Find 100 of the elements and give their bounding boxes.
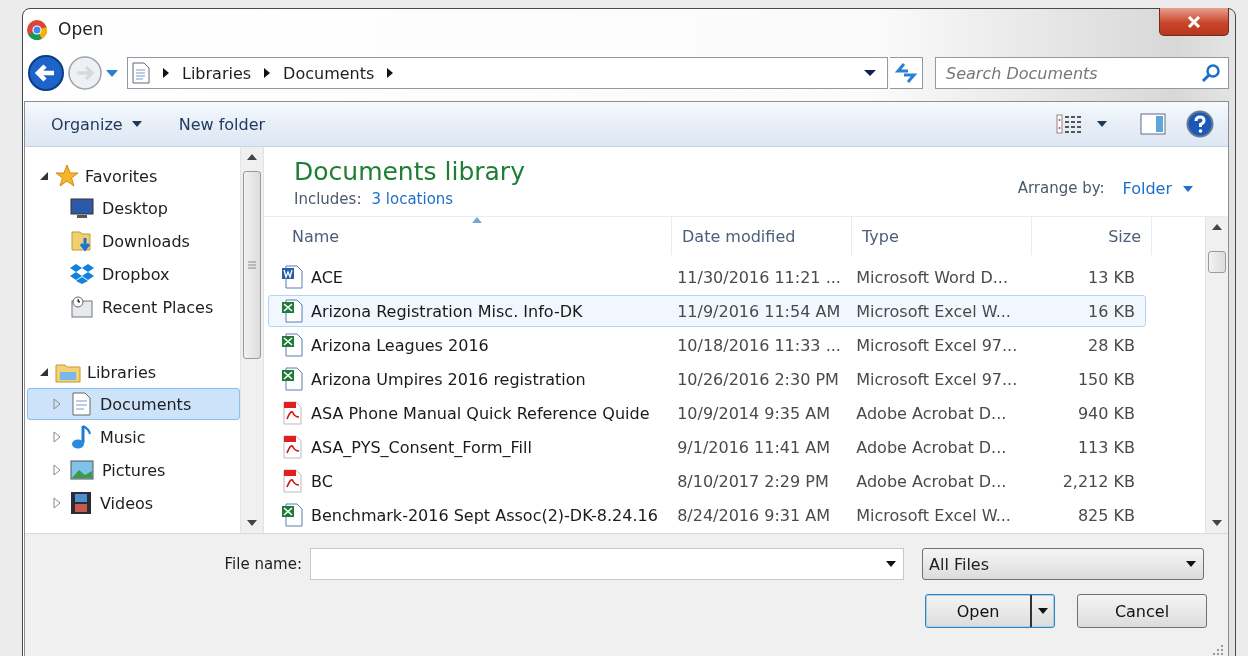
scrollbar[interactable]	[1205, 217, 1228, 533]
arrange-dropdown[interactable]: Folder	[1122, 179, 1194, 198]
document-icon	[70, 392, 92, 416]
file-row[interactable]: ASA Phone Manual Quick Reference Quide 10/9/2014 9:35 AM Adobe Acrobat D... 940 KB	[268, 397, 1146, 429]
table-cell-text: 16 KB	[1087, 300, 1136, 323]
expand-arrow-icon[interactable]	[52, 464, 62, 476]
file-row[interactable]: Arizona Registration Misc. Info-DK 11/9/2016 11:54 AM Microsoft Excel W... 16 KB	[268, 295, 1146, 327]
grip-lines-icon	[247, 260, 257, 270]
table-cell-text: Adobe Acrobat D...	[855, 402, 1008, 425]
table-cell-text: 9/1/2016 11:41 AM	[676, 436, 831, 459]
resize-grip-icon[interactable]	[1212, 644, 1224, 656]
column-header[interactable]: Date modified	[672, 217, 852, 255]
caret-icon	[130, 120, 143, 128]
toolbar-button[interactable]: New folder	[170, 110, 274, 138]
table-cell-text: 28 KB	[1087, 334, 1136, 357]
sidebar-item[interactable]: Dropbox	[27, 258, 240, 290]
caret-icon	[1182, 184, 1194, 193]
table-cell-text: 113 KB	[1076, 436, 1136, 459]
file-row[interactable]: ASA_PYS_Consent_Form_Fill 9/1/2016 11:41 AM Adobe Acrobat D... 113 KB	[268, 431, 1146, 463]
film-strip-icon	[70, 491, 92, 515]
window-title: Open	[58, 19, 104, 39]
dialog-button[interactable]: Open	[925, 594, 1055, 628]
file-type-dropdown[interactable]: All Files	[922, 548, 1204, 580]
column-header[interactable]: Name	[282, 217, 672, 255]
preview-pane-icon[interactable]	[1140, 113, 1166, 135]
caret-icon[interactable]	[1096, 120, 1108, 128]
monitor-icon	[70, 197, 94, 219]
spreadsheet-icon	[281, 503, 303, 527]
dialog-button[interactable]: Cancel	[1077, 594, 1207, 628]
arrange-label: Arrange by:	[1017, 179, 1105, 197]
file-name: ACE	[311, 267, 343, 287]
table-cell-text: 11/30/2016 11:21 ...	[676, 266, 842, 289]
search-icon	[1201, 63, 1221, 83]
table-cell-text: Microsoft Excel W...	[855, 300, 1012, 323]
sidebar-item[interactable]: Desktop	[27, 192, 240, 224]
collapse-arrow-icon[interactable]	[39, 367, 49, 377]
file-name: Arizona Umpires 2016 registration	[311, 369, 586, 389]
scroll-up-icon[interactable]	[247, 154, 257, 160]
sidebar-item[interactable]: Pictures	[27, 454, 240, 486]
sidebar-item[interactable]: Music	[27, 421, 240, 453]
column-header[interactable]: Type	[852, 217, 1032, 255]
help-icon[interactable]	[1186, 110, 1214, 138]
scroll-down-icon[interactable]	[1212, 520, 1222, 526]
refresh-icon	[894, 62, 918, 84]
table-cell-text: 825 KB	[1076, 504, 1136, 527]
scroll-down-icon[interactable]	[247, 520, 257, 526]
browser-logo-icon	[26, 19, 48, 41]
sidebar-item[interactable]: Recent Places	[27, 291, 240, 323]
breadcrumb-item[interactable]: Documents	[283, 63, 375, 83]
table-cell-text: 2,212 KB	[1061, 470, 1136, 493]
refresh-button[interactable]	[890, 57, 923, 89]
back-button[interactable]	[27, 54, 65, 92]
document-icon	[132, 62, 150, 84]
word-document-icon	[281, 265, 303, 289]
sidebar-group[interactable]: Favorites	[85, 166, 158, 186]
chevron-icon[interactable]	[263, 68, 272, 78]
file-row[interactable]: ACE 11/30/2016 11:21 ... Microsoft Word D... 13 KB	[268, 261, 1146, 293]
table-cell-text: 11/9/2016 11:54 AM	[676, 300, 842, 323]
sidebar-item[interactable]: Downloads	[27, 225, 240, 257]
toolbar-button[interactable]: Organize	[43, 110, 151, 138]
table-cell-text: Adobe Acrobat D...	[855, 470, 1008, 493]
pdf-icon	[281, 401, 303, 425]
table-cell-text: Microsoft Excel W...	[855, 504, 1012, 527]
file-name-field[interactable]	[310, 548, 904, 580]
caret-icon	[1037, 607, 1049, 615]
recent-pages-icon[interactable]	[105, 68, 119, 78]
file-row[interactable]: BC 8/10/2017 2:29 PM Adobe Acrobat D... 2,212 KB	[268, 465, 1146, 497]
chevron-icon[interactable]	[162, 68, 170, 78]
dropdown-icon[interactable]	[863, 69, 877, 77]
close-button[interactable]	[1159, 8, 1229, 36]
table-cell-text: 10/18/2016 11:33 ...	[676, 334, 842, 357]
spreadsheet-icon	[281, 367, 303, 391]
file-row[interactable]: Arizona Leagues 2016 10/18/2016 11:33 ... Microsoft Excel 97... 28 KB	[268, 329, 1146, 361]
table-cell-text: Microsoft Excel 97...	[855, 334, 1019, 357]
music-note-icon	[70, 424, 92, 450]
pdf-icon	[281, 435, 303, 459]
expand-arrow-icon[interactable]	[52, 431, 62, 443]
sidebar-group[interactable]: Libraries	[87, 362, 157, 382]
sidebar-item[interactable]: Videos	[27, 487, 240, 519]
file-row[interactable]: Benchmark-2016 Sept Assoc(2)-DK-8.24.16 8/24/2016 9:31 AM Microsoft Excel W... 825 KB	[268, 499, 1146, 531]
collapse-arrow-icon[interactable]	[39, 171, 49, 181]
scroll-thumb[interactable]	[1208, 251, 1226, 273]
breadcrumb-item[interactable]: Libraries	[182, 63, 252, 83]
table-cell-text: Adobe Acrobat D...	[855, 436, 1008, 459]
column-header[interactable]: Size	[1032, 217, 1152, 255]
file-row[interactable]: Arizona Umpires 2016 registration 10/26/2016 2:30 PM Microsoft Excel 97... 150 KB	[268, 363, 1146, 395]
scroll-up-icon[interactable]	[1212, 224, 1222, 230]
chevron-icon[interactable]	[386, 68, 395, 78]
file-name: ASA_PYS_Consent_Form_Fill	[311, 437, 532, 457]
address-bar[interactable]: Libraries Documents	[127, 57, 888, 89]
view-options-icon[interactable]	[1056, 113, 1082, 135]
search-field[interactable]: Search Documents	[935, 57, 1229, 89]
table-cell-text: 8/10/2017 2:29 PM	[676, 470, 830, 493]
pdf-icon	[281, 469, 303, 493]
sidebar-item[interactable]: Documents	[27, 388, 240, 420]
scrollbar[interactable]	[240, 147, 263, 533]
recent-places-icon	[70, 295, 94, 319]
table-cell-text: Microsoft Word D...	[855, 266, 1009, 289]
locations-link[interactable]: 3 locations	[371, 190, 454, 208]
expand-arrow-icon[interactable]	[52, 497, 62, 509]
